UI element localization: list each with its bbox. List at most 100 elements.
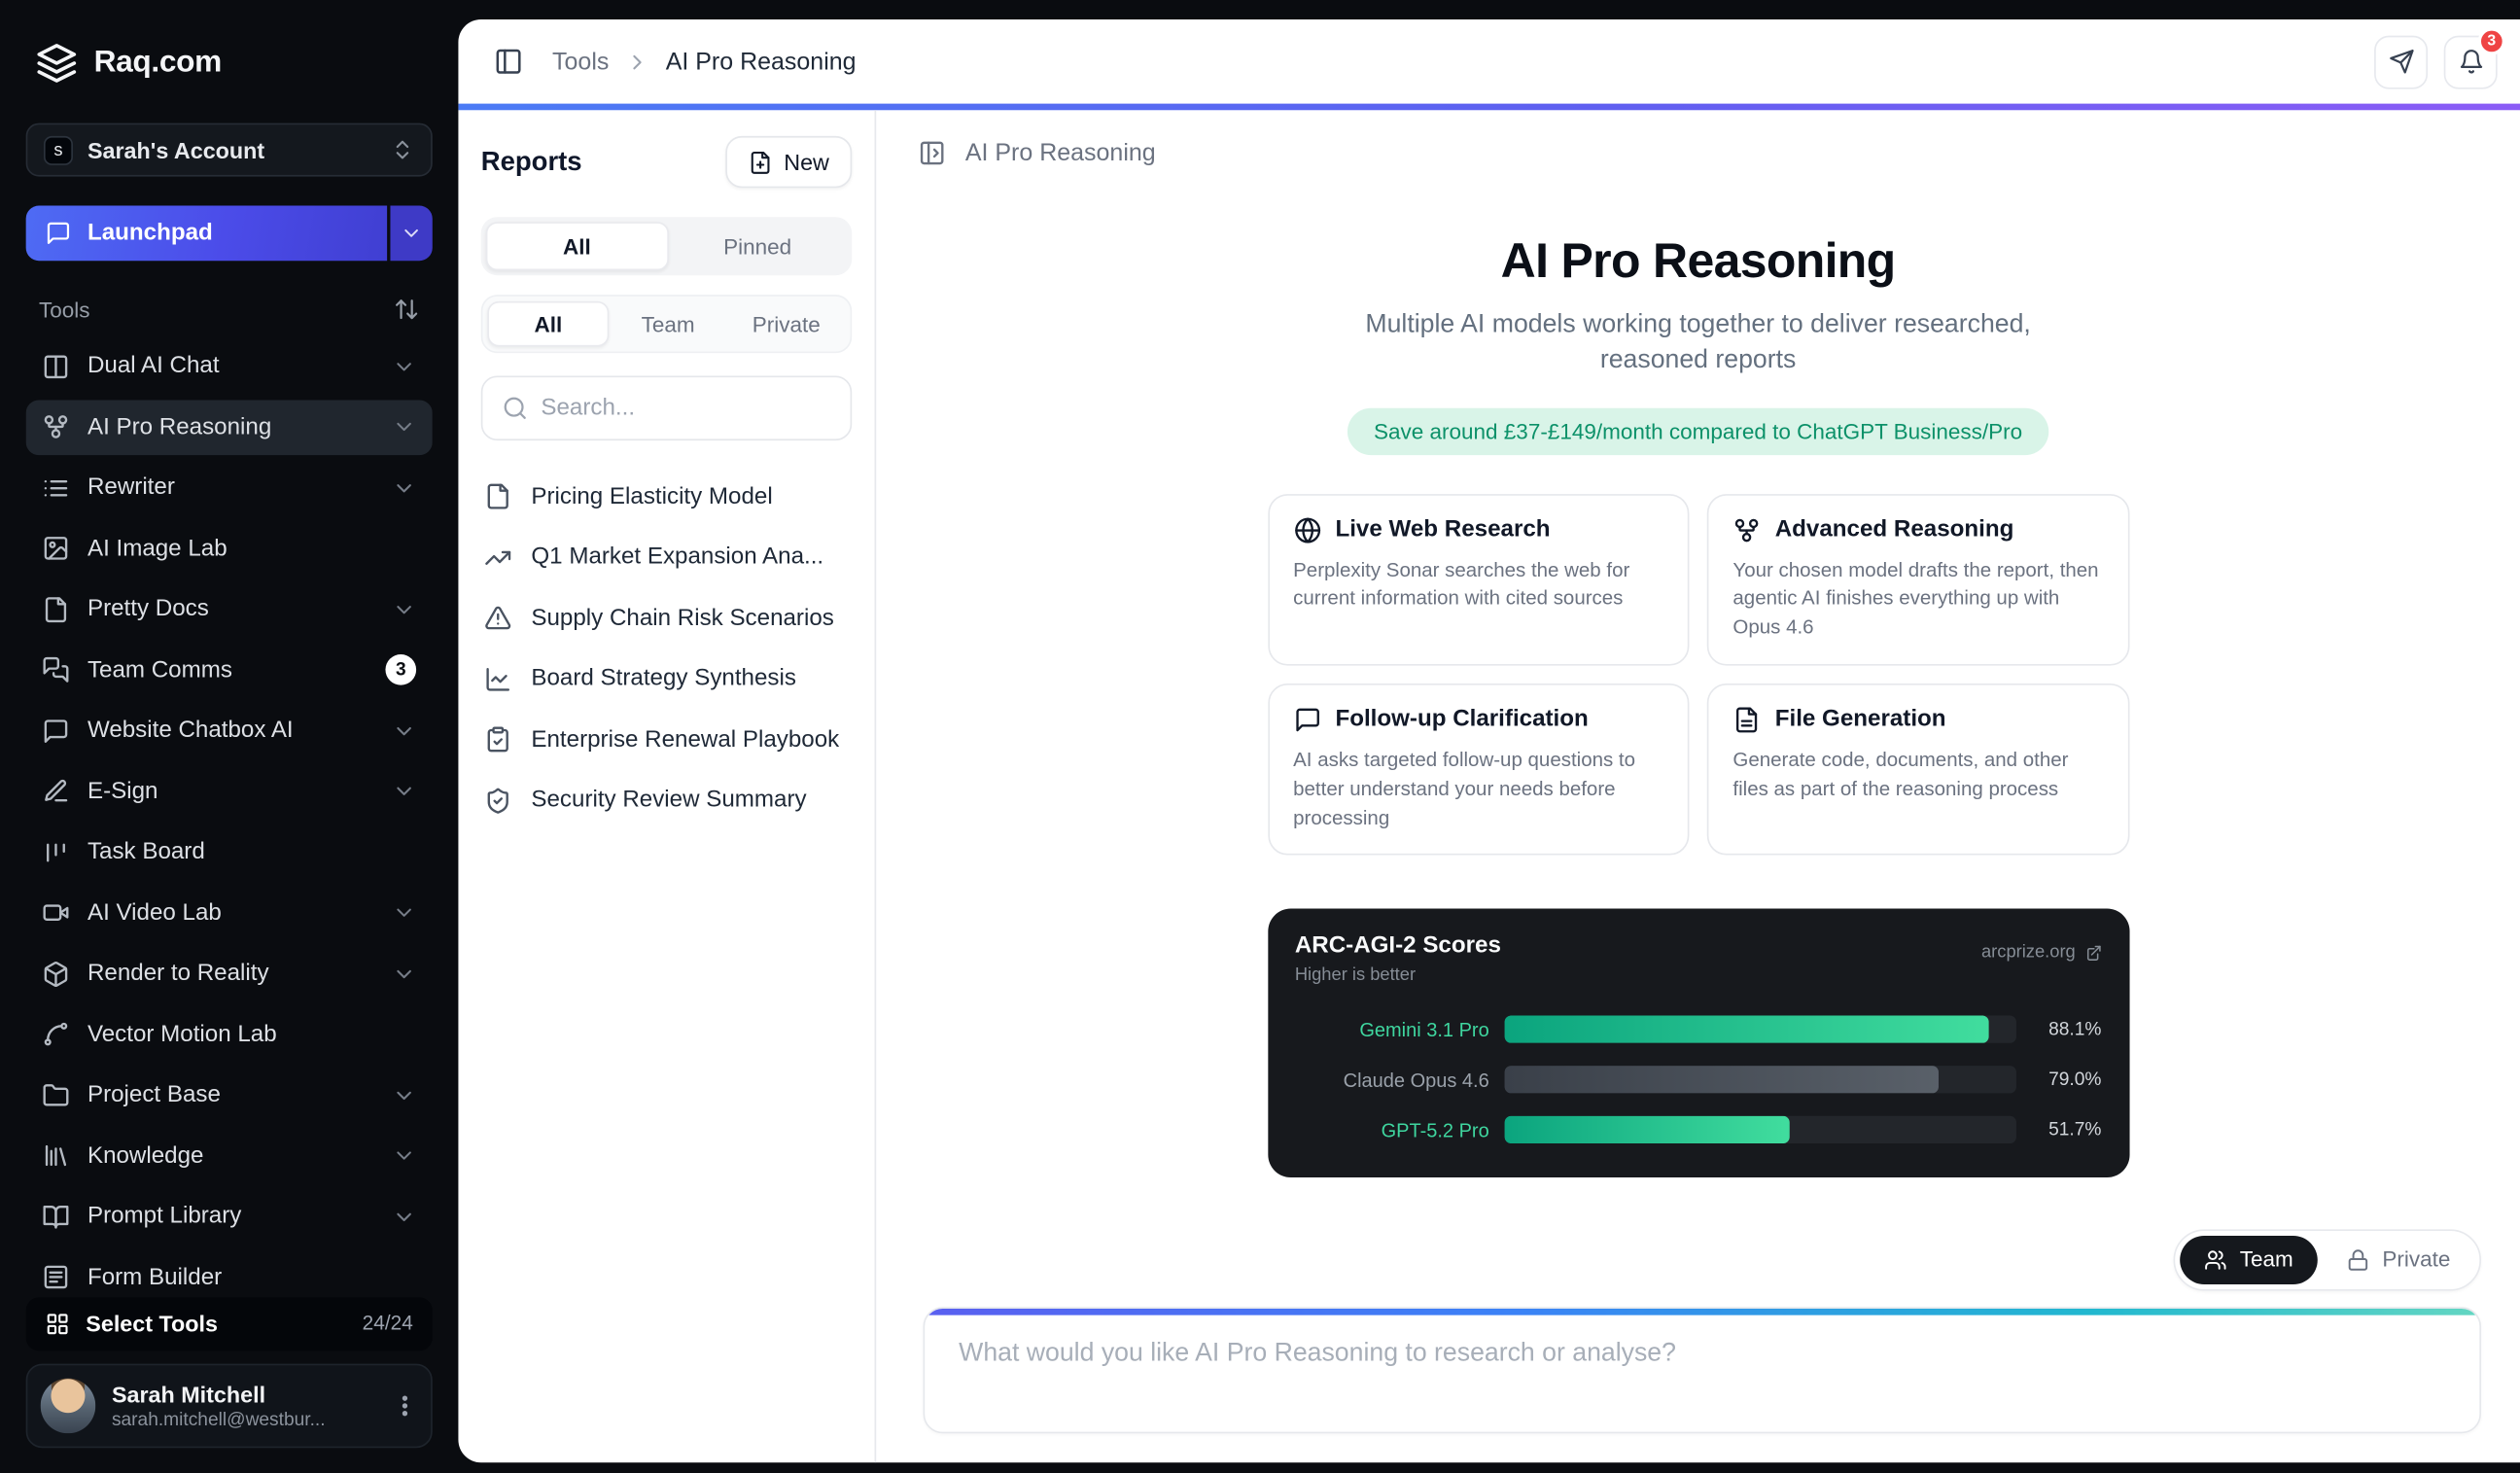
report-item-label: Supply Chain Risk Scenarios (531, 606, 833, 632)
chart-source-link[interactable]: arcprize.org (1981, 943, 2101, 963)
feature-title: Advanced Reasoning (1775, 516, 2014, 543)
sort-tools-icon[interactable] (394, 297, 420, 323)
unread-count-badge: 3 (385, 654, 416, 685)
tool-panel-title: AI Pro Reasoning (965, 139, 1156, 166)
filter-all[interactable]: All (486, 222, 668, 270)
chevron-down-icon (392, 900, 416, 925)
file-icon (484, 483, 511, 510)
chart-row: Claude Opus 4.6 79.0% (1295, 1055, 2102, 1105)
panel-left-icon (494, 47, 523, 76)
sidebar-item-e-sign[interactable]: E-Sign (26, 763, 433, 819)
globe-icon (1293, 516, 1320, 544)
reports-search (481, 375, 852, 440)
sidebar-item-label: Dual AI Chat (88, 353, 374, 379)
messages-icon (42, 656, 69, 684)
prompt-input[interactable] (925, 1308, 2479, 1431)
scores-chart-card: ARC-AGI-2 Scores Higher is better arcpri… (1267, 909, 2128, 1178)
sidebar-item-render-to-reality[interactable]: Render to Reality (26, 946, 433, 1001)
sidebar-item-vector-motion-lab[interactable]: Vector Motion Lab (26, 1006, 433, 1062)
pinned-filter: All Pinned (481, 217, 852, 275)
feature-title: Live Web Research (1335, 516, 1550, 543)
image-icon (42, 535, 69, 562)
visibility-team-option[interactable]: Team (2180, 1235, 2318, 1283)
feature-title: Follow-up Clarification (1335, 707, 1588, 733)
sidebar-toggle-button[interactable] (484, 37, 533, 86)
reports-panel: Reports New All Pinned All Team Private (458, 110, 876, 1461)
report-item-board-strategy-synthesis[interactable]: Board Strategy Synthesis (481, 649, 852, 709)
chevron-down-icon (392, 719, 416, 743)
notifications-button[interactable]: 3 (2444, 35, 2498, 88)
sidebar-item-label: Project Base (88, 1082, 374, 1108)
form-icon (42, 1263, 69, 1290)
sidebar-item-label: E-Sign (88, 778, 374, 804)
sidebar-item-rewriter[interactable]: Rewriter (26, 460, 433, 515)
sidebar-item-label: Rewriter (88, 474, 374, 501)
composer-footer: Team Private (876, 1229, 2520, 1462)
sidebar-item-knowledge[interactable]: Knowledge (26, 1128, 433, 1183)
msg-icon (42, 717, 69, 744)
sidebar-item-prompt-library[interactable]: Prompt Library (26, 1189, 433, 1245)
scope-private[interactable]: Private (727, 301, 846, 347)
visibility-row: Team Private (924, 1229, 2482, 1290)
report-item-pricing-elasticity-model[interactable]: Pricing Elasticity Model (481, 467, 852, 527)
sidebar-item-team-comms[interactable]: Team Comms 3 (26, 642, 433, 697)
report-item-label: Security Review Summary (531, 788, 806, 814)
bar-value: 51.7% (2030, 1121, 2101, 1140)
breadcrumb-tools[interactable]: Tools (552, 48, 609, 75)
chevron-down-icon (400, 222, 422, 244)
sidebar-item-task-board[interactable]: Task Board (26, 824, 433, 880)
report-item-security-review-summary[interactable]: Security Review Summary (481, 770, 852, 830)
bell-icon (2458, 49, 2484, 75)
sidebar-item-label: Knowledge (88, 1142, 374, 1169)
sidebar-item-form-builder[interactable]: Form Builder (26, 1249, 433, 1296)
model-label: Gemini 3.1 Pro (1295, 1019, 1489, 1041)
scope-all[interactable]: All (487, 301, 609, 347)
library-icon (42, 1141, 69, 1169)
user-email: sarah.mitchell@westbur... (112, 1410, 376, 1429)
user-options-icon[interactable] (392, 1392, 418, 1419)
chart-row: GPT-5.2 Pro 51.7% (1295, 1105, 2102, 1156)
scope-filter: All Team Private (481, 295, 852, 353)
chevron-down-icon (392, 354, 416, 378)
launchpad-expand-button[interactable] (390, 206, 432, 262)
new-report-button[interactable]: New (725, 136, 852, 188)
report-item-q1-market-expansion-ana[interactable]: Q1 Market Expansion Ana... (481, 527, 852, 587)
chart-title: ARC-AGI-2 Scores (1295, 933, 1501, 960)
file-icon (42, 595, 69, 622)
topbar-actions: 3 (2374, 35, 2498, 88)
visibility-private-option[interactable]: Private (2323, 1235, 2475, 1283)
sidebar-item-label: Prompt Library (88, 1204, 374, 1230)
reports-list: Pricing Elasticity Model Q1 Market Expan… (481, 467, 852, 831)
chevrons-up-down-icon (390, 138, 414, 162)
launchpad-button[interactable]: Launchpad (26, 206, 387, 262)
visibility-private-label: Private (2382, 1247, 2450, 1272)
savings-badge: Save around £37-£149/month compared to C… (1348, 407, 2048, 454)
filter-pinned[interactable]: Pinned (668, 222, 847, 270)
new-report-label: New (784, 149, 829, 175)
chart-row: Gemini 3.1 Pro 88.1% (1295, 1005, 2102, 1056)
account-switcher[interactable]: s Sarah's Account (26, 123, 433, 177)
share-button[interactable] (2374, 35, 2428, 88)
bar-value: 88.1% (2030, 1020, 2101, 1039)
box-icon (42, 960, 69, 987)
sidebar-item-ai-pro-reasoning[interactable]: AI Pro Reasoning (26, 400, 433, 455)
chevron-down-icon (392, 475, 416, 500)
report-item-enterprise-renewal-playbook[interactable]: Enterprise Renewal Playbook (481, 710, 852, 770)
sidebar-item-ai-video-lab[interactable]: AI Video Lab (26, 885, 433, 940)
report-item-supply-chain-risk-scenarios[interactable]: Supply Chain Risk Scenarios (481, 588, 852, 649)
sidebar-item-dual-ai-chat[interactable]: Dual AI Chat (26, 338, 433, 394)
panel-toggle-icon[interactable] (919, 139, 946, 166)
select-tools-button[interactable]: Select Tools 24/24 (26, 1296, 433, 1350)
sidebar-item-pretty-docs[interactable]: Pretty Docs (26, 581, 433, 637)
sidebar-item-label: AI Video Lab (88, 899, 374, 926)
search-input[interactable] (541, 395, 830, 421)
sidebar-item-ai-image-lab[interactable]: AI Image Lab (26, 521, 433, 577)
scope-team[interactable]: Team (609, 301, 727, 347)
kanban-icon (42, 838, 69, 865)
chart-rows: Gemini 3.1 Pro 88.1% Claude Opus 4.6 79.… (1295, 1005, 2102, 1156)
sidebar-item-website-chatbox-ai[interactable]: Website Chatbox AI (26, 703, 433, 758)
user-menu[interactable]: Sarah Mitchell sarah.mitchell@westbur... (26, 1363, 433, 1448)
notification-count-badge: 3 (2478, 26, 2505, 53)
sidebar-item-project-base[interactable]: Project Base (26, 1068, 433, 1123)
bar-value: 79.0% (2030, 1070, 2101, 1090)
